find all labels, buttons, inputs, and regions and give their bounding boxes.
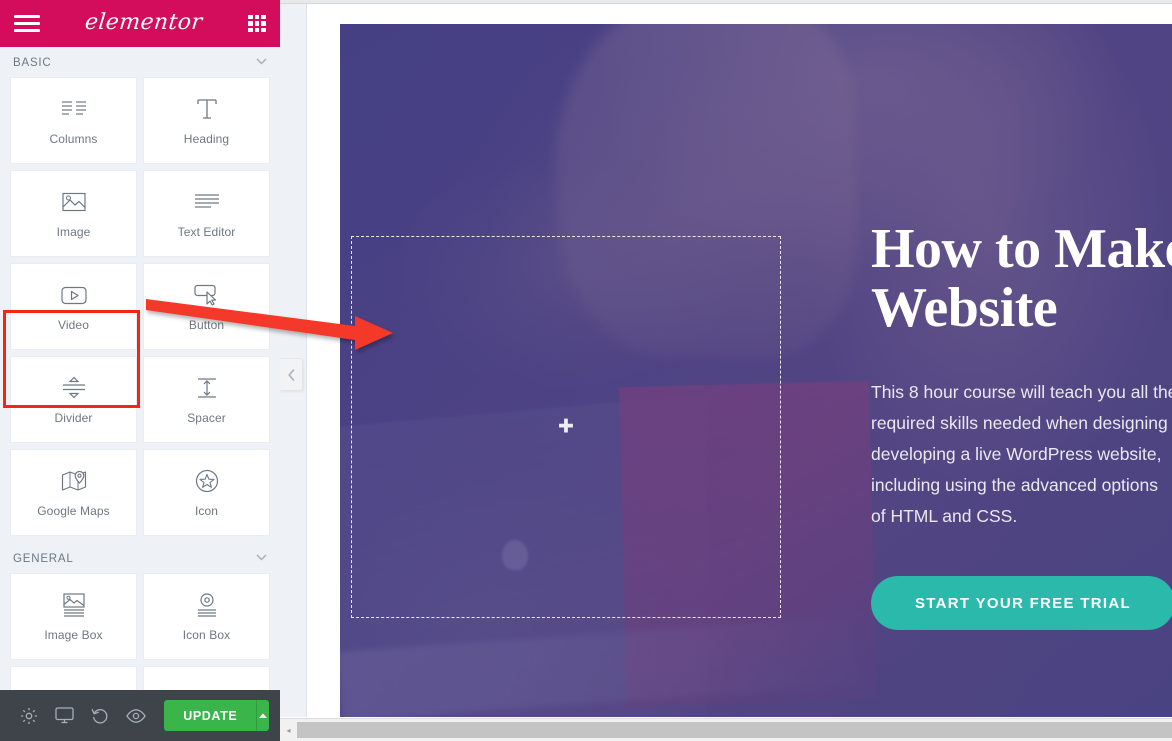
editor-canvas: ✚ How to Make a Website This 8 hour cour…	[280, 0, 1172, 741]
hero-title-line-2: Website	[871, 277, 1058, 340]
widget-spacer[interactable]: Spacer	[144, 357, 269, 442]
widget-video[interactable]: Video	[11, 264, 136, 349]
widget-heading[interactable]: Heading	[144, 78, 269, 163]
category-header-general[interactable]: GENERAL	[0, 543, 280, 574]
spacer-icon	[193, 374, 221, 402]
chevron-down-icon	[256, 553, 267, 564]
widget-partial-next-row-2[interactable]	[144, 667, 269, 690]
panel-footer-toolbar: UPDATE	[0, 690, 280, 741]
widget-label: Text Editor	[177, 225, 236, 239]
widget-columns[interactable]: Columns	[11, 78, 136, 163]
widget-text-editor[interactable]: Text Editor	[144, 171, 269, 256]
monitor-icon[interactable]	[47, 690, 83, 741]
widget-grid-general: Image Box Icon Box	[0, 574, 280, 690]
hero-desc-line: developing a live WordPress website,	[871, 444, 1162, 464]
widget-label: Icon	[194, 504, 219, 518]
widget-image[interactable]: Image	[11, 171, 136, 256]
panel-scroll-area[interactable]: BASIC Columns Heading Image Text Editor …	[0, 47, 280, 690]
empty-column-dropzone[interactable]: ✚	[351, 236, 781, 618]
update-options-caret-icon[interactable]	[256, 700, 270, 731]
widget-button[interactable]: Button	[144, 264, 269, 349]
widget-label: Image	[56, 225, 91, 239]
page-title: How to Make a Website	[871, 218, 1172, 340]
widget-label: Button	[188, 318, 225, 332]
divider-icon	[60, 374, 88, 402]
horizontal-scrollbar[interactable]: ◂	[280, 718, 1172, 741]
elementor-editor: elementor BASIC Columns Heading Image Te…	[0, 0, 1172, 741]
widget-google-maps[interactable]: Google Maps	[11, 450, 136, 535]
eye-icon[interactable]	[118, 690, 154, 741]
canvas-top-strip	[280, 0, 1172, 4]
icon-box-icon	[193, 591, 221, 619]
hero-text-column: How to Make a Website This 8 hour course…	[871, 218, 1172, 631]
widget-label: Divider	[54, 411, 93, 425]
widget-panel: elementor BASIC Columns Heading Image Te…	[0, 0, 280, 741]
category-label: BASIC	[13, 56, 52, 69]
hero-desc-line: of HTML and CSS.	[871, 506, 1018, 527]
widget-label: Image Box	[44, 628, 103, 642]
heading-icon	[193, 95, 221, 123]
widget-label: Spacer	[187, 411, 226, 425]
hero-desc-line: This 8 hour course will teach you all th…	[871, 381, 1172, 402]
hamburger-icon[interactable]	[14, 14, 40, 34]
widget-label: Google Maps	[37, 504, 110, 518]
start-free-trial-button[interactable]: START YOUR FREE TRIAL	[871, 576, 1172, 631]
widget-label: Heading	[183, 132, 230, 146]
hero-description: This 8 hour course will teach you all th…	[871, 377, 1172, 533]
widget-label: Columns	[49, 132, 98, 146]
google-maps-icon	[60, 467, 88, 495]
update-button-group: UPDATE	[164, 700, 270, 731]
widget-image-box[interactable]: Image Box	[11, 574, 136, 659]
image-box-icon	[60, 591, 88, 619]
gear-icon[interactable]	[11, 690, 47, 741]
scrollbar-thumb[interactable]	[297, 721, 1172, 738]
widgets-grid-icon[interactable]	[247, 14, 266, 33]
star-icon	[193, 467, 221, 495]
scrollbar-track[interactable]	[297, 719, 1172, 741]
panel-header: elementor	[0, 0, 280, 47]
image-icon	[60, 188, 88, 216]
button-icon	[193, 281, 221, 309]
category-header-basic[interactable]: BASIC	[0, 47, 280, 78]
update-button[interactable]: UPDATE	[164, 700, 257, 731]
columns-icon	[60, 95, 88, 123]
history-revert-icon[interactable]	[83, 690, 119, 741]
widget-icon-box[interactable]: Icon Box	[144, 574, 269, 659]
widget-grid-basic: Columns Heading Image Text Editor Video …	[0, 78, 280, 543]
elementor-logo: elementor	[84, 10, 204, 35]
add-widget-plus-icon[interactable]: ✚	[558, 418, 574, 437]
widget-divider[interactable]: Divider	[11, 357, 136, 442]
video-icon	[60, 281, 88, 309]
hero-title-line-1: How to Make a	[871, 218, 1172, 280]
panel-collapse-handle[interactable]	[280, 358, 303, 391]
hero-desc-line: required skills needed when designing an…	[871, 412, 1172, 433]
widget-label: Video	[58, 318, 89, 332]
hero-section[interactable]: ✚ How to Make a Website This 8 hour cour…	[340, 24, 1172, 717]
scroll-left-arrow-icon[interactable]: ◂	[280, 719, 297, 741]
widget-icon[interactable]: Icon	[144, 450, 269, 535]
hero-desc-line: including using the advanced options	[871, 475, 1159, 496]
text-editor-icon	[193, 188, 221, 216]
widget-label: Icon Box	[182, 628, 231, 642]
widget-partial-next-row[interactable]	[11, 667, 136, 690]
category-label: GENERAL	[13, 552, 74, 565]
chevron-down-icon	[256, 57, 267, 68]
